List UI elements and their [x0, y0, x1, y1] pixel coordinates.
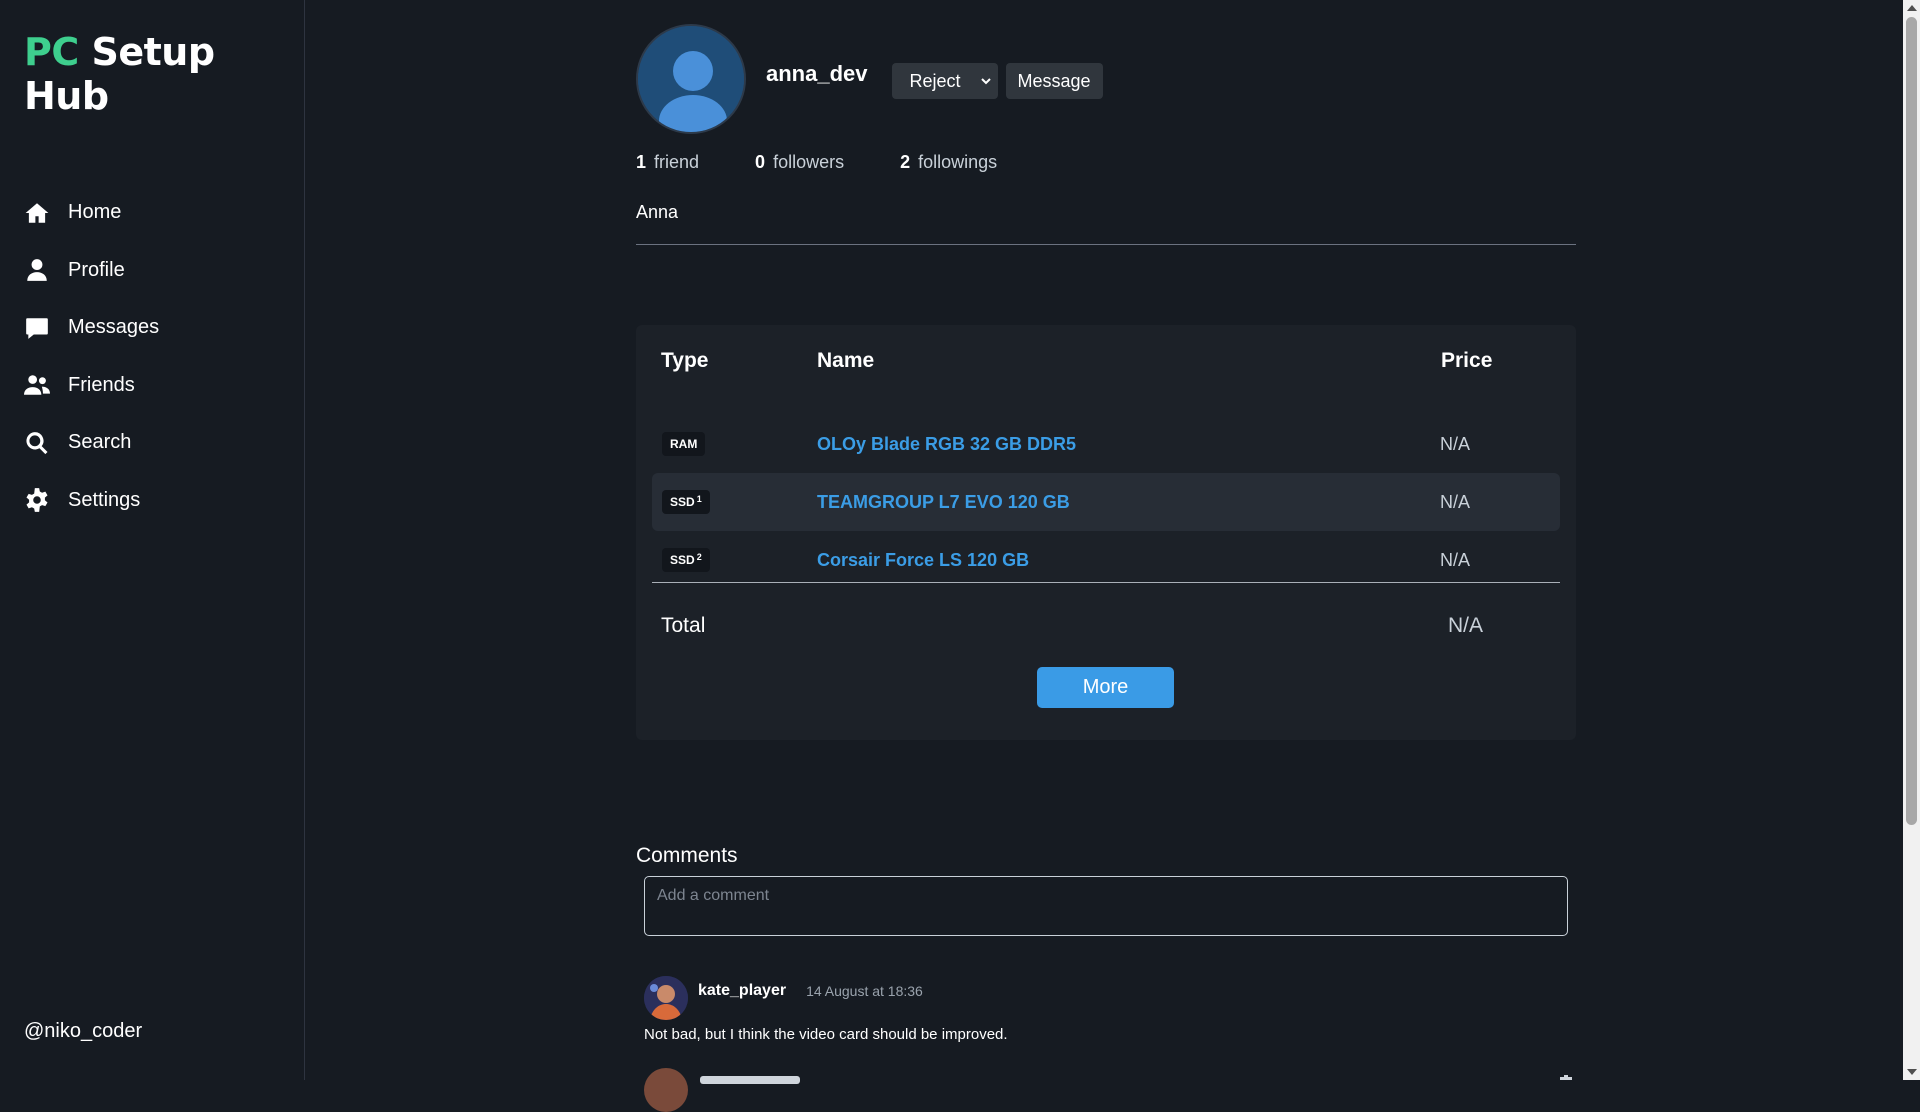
followings-stat[interactable]: 2 followings: [900, 152, 997, 173]
sidebar: PC Setup Hub Home Profile Messages Frien…: [0, 0, 305, 1080]
sidebar-item-messages[interactable]: Messages: [24, 299, 159, 357]
user-icon: [27, 259, 47, 282]
message-icon: [26, 318, 48, 339]
type-badge: SSD 2: [662, 548, 710, 572]
part-price: N/A: [1440, 491, 1471, 512]
profile-username: anna_dev: [766, 61, 868, 86]
part-price: N/A: [1440, 549, 1471, 570]
sidebar-item-friends[interactable]: Friends: [24, 357, 159, 415]
friends-label: friend: [654, 152, 700, 172]
comment-text: Not bad, but I think the video card shou…: [644, 1026, 1008, 1043]
type-label: SSD: [670, 495, 695, 509]
avatar[interactable]: [644, 976, 688, 1020]
comment-timestamp: 14 August at 18:36: [806, 983, 923, 999]
type-badge: RAM: [662, 432, 706, 456]
current-user-handle[interactable]: @niko_coder: [24, 1020, 142, 1043]
home-icon: [25, 203, 49, 223]
comment-item: [644, 1068, 1572, 1112]
friends-stat[interactable]: 1 friend: [636, 152, 699, 173]
build-card: Type Name Price RAM OLOy Blade RGB 32 GB…: [636, 325, 1576, 740]
total-value: N/A: [1448, 614, 1484, 637]
followers-count: 0: [755, 152, 766, 172]
comment-item: kate_player 14 August at 18:36 Not bad, …: [644, 976, 1568, 1043]
message-button[interactable]: Message: [1005, 63, 1103, 99]
type-label: SSD: [670, 553, 695, 567]
app-logo[interactable]: PC Setup Hub: [24, 30, 304, 118]
friends-count: 1: [636, 152, 647, 172]
scroll-down-arrow-icon[interactable]: [1907, 1069, 1917, 1075]
followers-label: followers: [773, 152, 845, 172]
sidebar-item-profile[interactable]: Profile: [24, 242, 159, 300]
table-row: SSD 2 Corsair Force LS 120 GB N/A: [652, 531, 1560, 589]
friend-action-select[interactable]: Reject: [891, 63, 998, 99]
sidebar-item-label: Home: [68, 201, 122, 224]
profile-actions: Reject Message: [891, 63, 1103, 99]
comment-input[interactable]: [644, 876, 1568, 936]
sidebar-item-label: Profile: [68, 258, 125, 281]
sidebar-item-search[interactable]: Search: [24, 414, 159, 472]
more-button[interactable]: More: [1037, 667, 1174, 708]
sidebar-nav: Home Profile Messages Friends Search Set…: [24, 184, 159, 529]
column-header-type: Type: [661, 349, 709, 372]
gear-icon: [26, 488, 48, 513]
avatar[interactable]: [644, 1068, 688, 1112]
chevron-down-icon: [980, 78, 991, 85]
type-index: 2: [696, 552, 702, 562]
table-row: RAM OLOy Blade RGB 32 GB DDR5 N/A: [652, 415, 1560, 473]
part-link[interactable]: TEAMGROUP L7 EVO 120 GB: [817, 492, 1070, 513]
column-header-price: Price: [1441, 349, 1493, 372]
sidebar-item-home[interactable]: Home: [24, 184, 159, 242]
divider: [636, 244, 1576, 245]
sidebar-item-label: Search: [68, 431, 132, 454]
sidebar-item-settings[interactable]: Settings: [24, 472, 159, 530]
comment-author-placeholder: [700, 1076, 800, 1084]
profile-stats: 1 friend 0 followers 2 followings: [636, 152, 1053, 173]
profile-header: anna_dev Reject Message: [636, 24, 1103, 134]
table-divider: [652, 582, 1560, 583]
trash-icon[interactable]: [1556, 1074, 1576, 1094]
user-avatar-image: [644, 976, 688, 1020]
followings-label: followings: [918, 152, 998, 172]
avatar: [636, 24, 746, 134]
type-badge: SSD 1: [662, 490, 710, 514]
logo-accent: PC: [24, 30, 79, 74]
comments-title: Comments: [636, 844, 738, 867]
type-label: RAM: [670, 437, 698, 451]
default-avatar-icon: [638, 26, 744, 132]
table-row: SSD 1 TEAMGROUP L7 EVO 120 GB N/A: [652, 473, 1560, 531]
users-icon: [24, 375, 50, 395]
profile-display-name: Anna: [636, 202, 679, 222]
search-icon: [26, 431, 48, 454]
column-header-name: Name: [817, 349, 875, 372]
total-label: Total: [661, 614, 706, 637]
friend-action-value: Reject: [909, 70, 961, 91]
part-price: N/A: [1440, 433, 1471, 454]
sidebar-item-label: Friends: [68, 373, 135, 396]
build-rows: RAM OLOy Blade RGB 32 GB DDR5 N/A SSD 1 T…: [652, 415, 1560, 589]
part-link[interactable]: Corsair Force LS 120 GB: [817, 550, 1029, 571]
vertical-scrollbar[interactable]: [1903, 0, 1920, 1080]
sidebar-item-label: Settings: [68, 488, 141, 511]
followers-stat[interactable]: 0 followers: [755, 152, 844, 173]
followings-count: 2: [900, 152, 911, 172]
sidebar-item-label: Messages: [68, 316, 160, 339]
comment-author[interactable]: kate_player: [698, 982, 786, 1000]
part-link[interactable]: OLOy Blade RGB 32 GB DDR5: [817, 434, 1076, 455]
comment-header: kate_player 14 August at 18:36: [644, 976, 1568, 1020]
scroll-thumb[interactable]: [1906, 17, 1917, 825]
scroll-up-arrow-icon[interactable]: [1907, 5, 1917, 11]
type-index: 1: [696, 494, 702, 504]
